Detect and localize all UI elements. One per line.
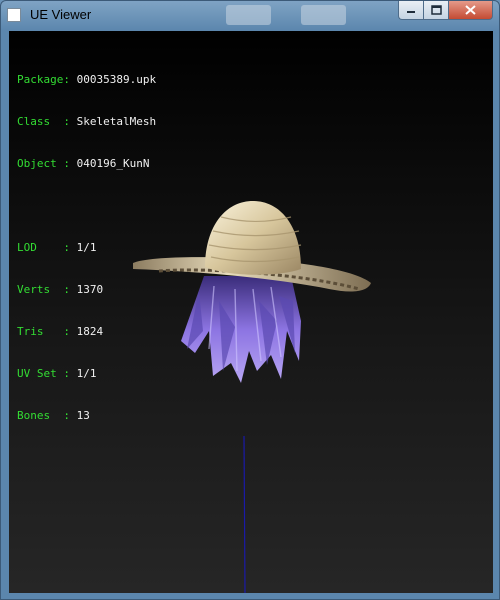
mesh-info-overlay: Package: 00035389.upk Class : SkeletalMe…: [17, 73, 157, 422]
package-value: 00035389.upk: [76, 73, 157, 86]
maximize-button[interactable]: [423, 1, 448, 20]
hair-mesh: [181, 276, 301, 383]
title-bar[interactable]: UE Viewer: [1, 1, 499, 31]
tris-value: 1824: [76, 325, 104, 338]
caption-buttons: [398, 1, 493, 21]
app-icon: [7, 8, 21, 22]
verts-label: Verts: [17, 283, 51, 296]
close-button[interactable]: [448, 1, 493, 20]
window-title: UE Viewer: [30, 7, 92, 22]
axis-line: [243, 435, 246, 593]
app-window: UE Viewer Package: 00035389.upk Class: …: [0, 0, 500, 600]
class-value: SkeletalMesh: [76, 115, 157, 128]
3d-viewport[interactable]: Package: 00035389.upk Class : SkeletalMe…: [9, 31, 493, 593]
package-label: Package: [17, 73, 64, 86]
class-label: Class: [17, 115, 51, 128]
tris-label: Tris: [17, 325, 44, 338]
bones-value: 13: [76, 409, 90, 422]
object-label: Object: [17, 157, 57, 170]
lod-value: 1/1: [76, 241, 97, 254]
bones-label: Bones: [17, 409, 51, 422]
close-icon: [465, 5, 476, 15]
uvset-label: UV Set: [17, 367, 57, 380]
object-value: 040196_KunN: [76, 157, 150, 170]
minimize-icon: [407, 11, 415, 13]
lod-label: LOD: [17, 241, 37, 254]
minimize-button[interactable]: [398, 1, 423, 20]
uvset-value: 1/1: [76, 367, 97, 380]
background-glow-icon: [301, 5, 346, 25]
verts-value: 1370: [76, 283, 104, 296]
background-glow-icon: [226, 5, 271, 25]
maximize-icon: [430, 5, 442, 15]
